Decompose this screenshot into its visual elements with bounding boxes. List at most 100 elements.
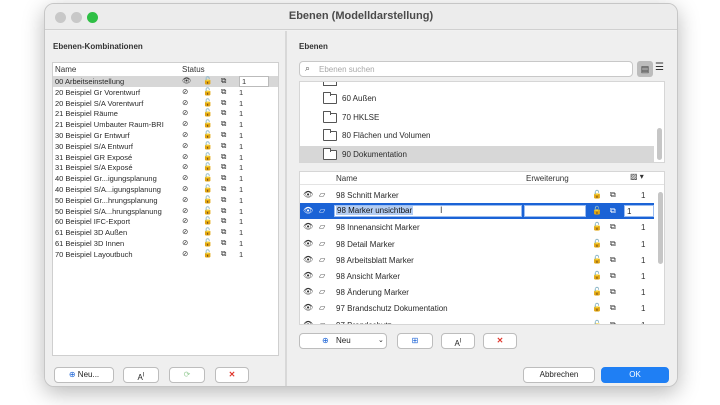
delete-combination-button[interactable]: ✕ xyxy=(215,367,249,383)
layer-row[interactable]: 👁 ▱ 98 Marker unsichtbar I 🔓 ⧉ 1 xyxy=(300,203,654,220)
layer-row[interactable]: 👁 ▱ 98 Detail Marker 🔓 ⧉ 1 xyxy=(300,236,654,252)
eye-icon[interactable]: 👁 xyxy=(303,271,313,280)
combination-row[interactable]: 40 Beispiel S/A...igungsplanung ⊘ 🔓 ⧉ 1 xyxy=(53,184,278,195)
redefine-combination-button[interactable]: ⟳ xyxy=(169,367,205,383)
delete-layer-button[interactable]: ✕ xyxy=(483,333,517,349)
search-field[interactable]: ⌕ Ebenen suchen xyxy=(299,61,633,77)
hidden-eye-icon[interactable]: ⊘ xyxy=(182,141,188,150)
lock-icon[interactable]: 🔓 xyxy=(203,162,212,171)
col-header-extension[interactable]: Erweiterung xyxy=(526,174,569,183)
combination-row[interactable]: 20 Beispiel Gr Vorentwurf ⊘ 🔓 ⧉ 1 xyxy=(53,87,278,98)
eye-icon[interactable]: 👁 xyxy=(303,255,313,264)
wireframe-icon[interactable]: ⧉ xyxy=(221,76,226,86)
hidden-eye-icon[interactable]: ⊘ xyxy=(182,227,188,236)
pen-set-column-icon[interactable]: ▨ ▾ xyxy=(630,172,644,181)
lock-icon[interactable]: 🔓 xyxy=(592,287,602,296)
cancel-button[interactable]: Abbrechen xyxy=(523,367,595,383)
wireframe-icon[interactable]: ⧉ xyxy=(221,184,226,194)
eye-icon[interactable]: 👁 xyxy=(303,239,313,248)
wireframe-icon[interactable]: ⧉ xyxy=(221,206,226,216)
wireframe-icon[interactable]: ⧉ xyxy=(610,222,616,232)
hidden-eye-icon[interactable]: ⊘ xyxy=(182,87,188,96)
lock-icon[interactable]: 🔓 xyxy=(203,119,212,128)
wireframe-icon[interactable]: ⧉ xyxy=(610,255,616,265)
lock-icon[interactable]: 🔓 xyxy=(592,239,602,248)
combination-row[interactable]: 60 Beispiel IFC-Export ⊘ 🔓 ⧉ 1 xyxy=(53,216,278,227)
lock-icon[interactable]: 🔓 xyxy=(592,190,602,199)
lock-icon[interactable]: 🔓 xyxy=(203,98,212,107)
folder-item[interactable]: 60 Außen xyxy=(300,90,654,108)
list-view-toggle[interactable]: ☰ xyxy=(655,62,664,73)
wireframe-icon[interactable]: ⧉ xyxy=(610,271,616,281)
wireframe-icon[interactable]: ⧉ xyxy=(610,206,616,216)
wireframe-icon[interactable]: ⧉ xyxy=(221,141,226,151)
combination-row[interactable]: 30 Beispiel S/A Entwurf ⊘ 🔓 ⧉ 1 xyxy=(53,141,278,152)
wireframe-icon[interactable]: ⧉ xyxy=(610,320,616,324)
lock-icon[interactable]: 🔓 xyxy=(592,222,602,231)
wireframe-icon[interactable]: ⧉ xyxy=(221,195,226,205)
lock-icon[interactable]: 🔓 xyxy=(203,227,212,236)
hidden-eye-icon[interactable]: ⊘ xyxy=(182,249,188,258)
lock-icon[interactable]: 🔓 xyxy=(203,238,212,247)
lock-icon[interactable]: 🔓 xyxy=(203,152,212,161)
lock-icon[interactable]: 🔓 xyxy=(592,206,602,215)
hidden-eye-icon[interactable]: ⊘ xyxy=(182,162,188,171)
layers-scrollbar[interactable] xyxy=(658,192,663,264)
combination-row[interactable]: 40 Beispiel Gr...igungsplanung ⊘ 🔓 ⧉ 1 xyxy=(53,173,278,184)
pen-set-number[interactable]: 1 xyxy=(624,205,654,218)
wireframe-icon[interactable]: ⧉ xyxy=(221,216,226,226)
wireframe-icon[interactable]: ⧉ xyxy=(221,108,226,118)
combination-row[interactable]: 21 Beispiel Räume ⊘ 🔓 ⧉ 1 xyxy=(53,108,278,119)
folder-item[interactable]: 90 Dokumentation xyxy=(300,145,654,162)
lock-icon[interactable]: 🔓 xyxy=(203,76,212,85)
hidden-eye-icon[interactable]: ⊘ xyxy=(182,216,188,225)
hidden-eye-icon[interactable]: ⊘ xyxy=(182,184,188,193)
lock-icon[interactable]: 🔓 xyxy=(203,195,212,204)
lock-icon[interactable]: 🔓 xyxy=(592,255,602,264)
wireframe-icon[interactable]: ⧉ xyxy=(610,303,616,313)
combination-row[interactable]: 21 Beispiel Umbauter Raum-BRI ⊘ 🔓 ⧉ 1 xyxy=(53,119,278,130)
eye-icon[interactable]: 👁 xyxy=(303,190,313,199)
ok-button[interactable]: OK xyxy=(601,367,669,383)
layer-row[interactable]: 👁 ▱ 98 Innenansicht Marker 🔓 ⧉ 1 xyxy=(300,219,654,235)
hidden-eye-icon[interactable]: ⊘ xyxy=(182,130,188,139)
layer-row[interactable]: 👁 ▱ 98 Ansicht Marker 🔓 ⧉ 1 xyxy=(300,268,654,284)
combination-row[interactable]: 20 Beispiel S/A Vorentwurf ⊘ 🔓 ⧉ 1 xyxy=(53,98,278,109)
combination-row[interactable]: 31 Beispiel S/A Exposé ⊘ 🔓 ⧉ 1 xyxy=(53,162,278,173)
combination-row[interactable]: 70 Beispiel Layoutbuch ⊘ 🔓 ⧉ 1 xyxy=(53,249,278,260)
wireframe-icon[interactable]: ⧉ xyxy=(221,238,226,248)
folder-item[interactable]: 70 HKLSE xyxy=(300,109,654,127)
combination-row[interactable]: 50 Beispiel S/A...hrungsplanung ⊘ 🔓 ⧉ 1 xyxy=(53,206,278,217)
lock-icon[interactable]: 🔓 xyxy=(203,141,212,150)
wireframe-icon[interactable]: ⧉ xyxy=(221,227,226,237)
lock-icon[interactable]: 🔓 xyxy=(592,320,602,324)
hidden-eye-icon[interactable]: ⊘ xyxy=(182,108,188,117)
lock-icon[interactable]: 🔓 xyxy=(592,303,602,312)
rename-layer-button[interactable]: AI xyxy=(441,333,475,349)
lock-icon[interactable]: 🔓 xyxy=(203,108,212,117)
combination-row[interactable]: 00 Arbeitseinstellung 👁 🔓 ⧉ 1 xyxy=(53,76,278,87)
lock-icon[interactable]: 🔓 xyxy=(203,206,212,215)
wireframe-icon[interactable]: ⧉ xyxy=(610,287,616,297)
eye-icon[interactable]: 👁 xyxy=(303,206,313,215)
wireframe-icon[interactable]: ⧉ xyxy=(221,87,226,97)
wireframe-icon[interactable]: ⧉ xyxy=(221,98,226,108)
col-header-status[interactable]: Status xyxy=(182,65,205,74)
wireframe-icon[interactable]: ⧉ xyxy=(221,152,226,162)
eye-icon[interactable]: 👁 xyxy=(303,287,313,296)
new-layer-button[interactable]: ⊕ Neu ⌄ xyxy=(299,333,387,349)
lock-icon[interactable]: 🔓 xyxy=(203,184,212,193)
eye-icon[interactable]: 👁 xyxy=(303,303,313,312)
combination-row[interactable]: 50 Beispiel Gr...hrungsplanung ⊘ 🔓 ⧉ 1 xyxy=(53,195,278,206)
wireframe-icon[interactable]: ⧉ xyxy=(221,173,226,183)
layer-row[interactable]: 👁 ▱ 98 Arbeitsblatt Marker 🔓 ⧉ 1 xyxy=(300,252,654,268)
lock-icon[interactable]: 🔓 xyxy=(203,130,212,139)
hidden-eye-icon[interactable]: ⊘ xyxy=(182,173,188,182)
wireframe-icon[interactable]: ⧉ xyxy=(221,249,226,259)
hidden-eye-icon[interactable]: ⊘ xyxy=(182,238,188,247)
wireframe-icon[interactable]: ⧉ xyxy=(221,162,226,172)
new-folder-button[interactable]: ⊞ xyxy=(397,333,433,349)
combination-row[interactable]: 30 Beispiel Gr Entwurf ⊘ 🔓 ⧉ 1 xyxy=(53,130,278,141)
combination-row[interactable]: 31 Beispiel GR Exposé ⊘ 🔓 ⧉ 1 xyxy=(53,152,278,163)
rename-combination-button[interactable]: AI xyxy=(123,367,159,383)
